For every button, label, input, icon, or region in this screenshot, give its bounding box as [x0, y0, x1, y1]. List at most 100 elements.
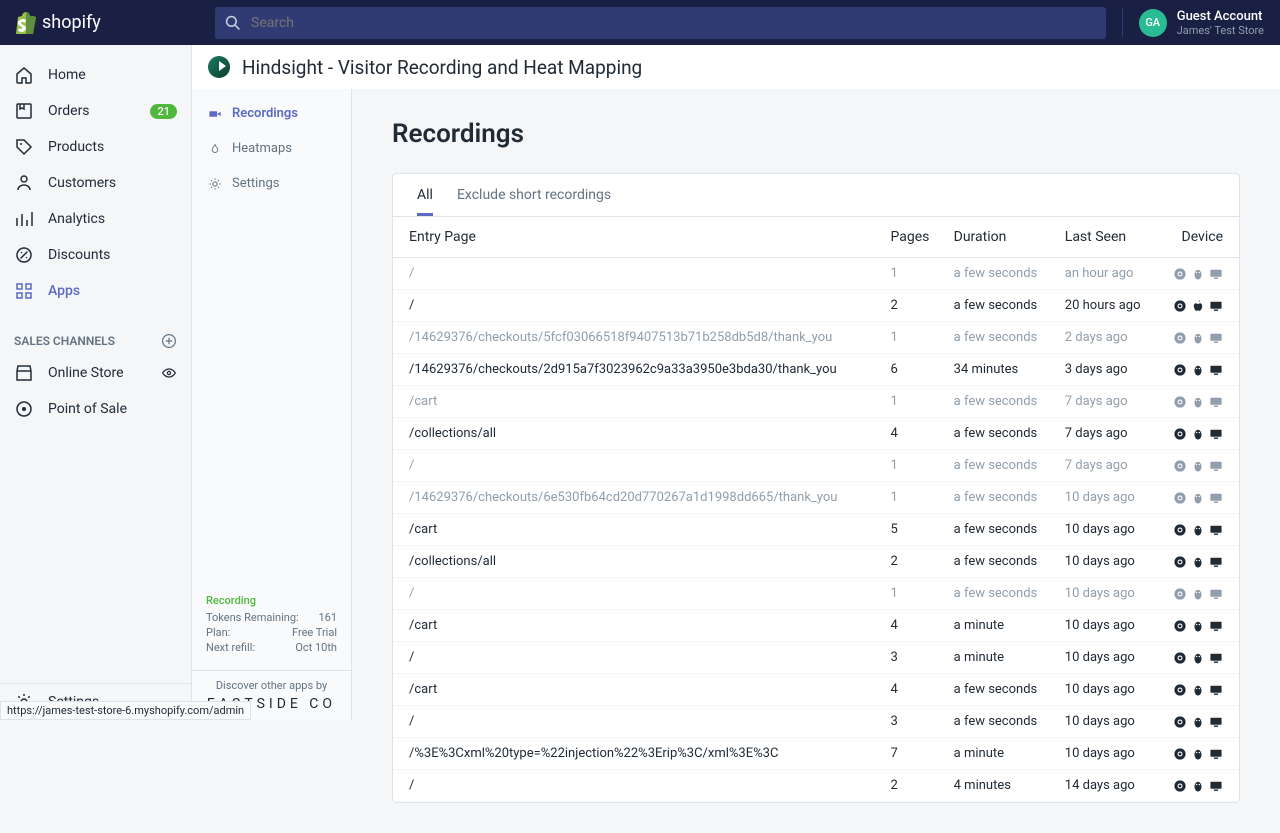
chrome-icon: [1173, 427, 1187, 441]
recording-row[interactable]: /cart4a few seconds10 days ago: [393, 674, 1239, 706]
chrome-icon: [1173, 747, 1187, 761]
customers-icon: [14, 173, 34, 193]
search-icon: [225, 15, 241, 31]
recording-row[interactable]: /collections/all2a few seconds10 days ag…: [393, 546, 1239, 578]
monitor-icon: [1209, 299, 1223, 313]
account-store: James' Test Store: [1177, 24, 1264, 37]
tab-all[interactable]: All: [405, 174, 445, 216]
search-input[interactable]: [251, 15, 1096, 31]
monitor-icon: [1209, 459, 1223, 473]
monitor-icon: [1209, 395, 1223, 409]
products-icon: [14, 137, 34, 157]
monitor-icon: [1209, 619, 1223, 633]
orders-badge: 21: [150, 104, 177, 119]
shopify-logo[interactable]: shopify: [16, 12, 191, 34]
monitor-icon: [1209, 587, 1223, 601]
view-store-icon[interactable]: [161, 365, 177, 381]
monitor-icon: [1209, 683, 1223, 697]
recording-row[interactable]: /14629376/checkouts/2d915a7f3023962c9a33…: [393, 354, 1239, 386]
recording-row[interactable]: /1a few seconds10 days ago: [393, 578, 1239, 610]
col-last-seen: Last Seen: [1055, 217, 1158, 258]
os-icon: [1191, 459, 1205, 473]
chrome-icon: [1173, 267, 1187, 281]
chrome-icon: [1173, 715, 1187, 729]
tab-exclude-short-recordings[interactable]: Exclude short recordings: [445, 174, 623, 216]
subnav-settings[interactable]: Settings: [192, 166, 351, 201]
recording-row[interactable]: /14629376/checkouts/6e530fb64cd20d770267…: [393, 482, 1239, 514]
recording-row[interactable]: /24 minutes14 days ago: [393, 770, 1239, 802]
recording-row[interactable]: /14629376/checkouts/5fcf03066518f9407513…: [393, 322, 1239, 354]
chrome-icon: [1173, 651, 1187, 665]
recording-row[interactable]: /3a minute10 days ago: [393, 642, 1239, 674]
col-pages: Pages: [880, 217, 943, 258]
os-icon: [1191, 267, 1205, 281]
os-icon: [1191, 715, 1205, 729]
orders-icon: [14, 101, 34, 121]
avatar: GA: [1139, 9, 1167, 37]
subnav-heatmaps[interactable]: Heatmaps: [192, 131, 351, 166]
chrome-icon: [1173, 619, 1187, 633]
nav-analytics[interactable]: Analytics: [0, 201, 191, 237]
recording-row[interactable]: /cart4a minute10 days ago: [393, 610, 1239, 642]
monitor-icon: [1209, 363, 1223, 377]
monitor-icon: [1209, 331, 1223, 345]
account-menu[interactable]: GA Guest Account James' Test Store: [1122, 9, 1264, 37]
recording-row[interactable]: /1a few secondsan hour ago: [393, 258, 1239, 290]
sales-channels-label: SALES CHANNELS: [14, 334, 115, 348]
chrome-icon: [1173, 683, 1187, 697]
monitor-icon: [1209, 267, 1223, 281]
monitor-icon: [1209, 779, 1223, 793]
recording-row[interactable]: /cart1a few seconds7 days ago: [393, 386, 1239, 418]
chrome-icon: [1173, 363, 1187, 377]
chrome-icon: [1173, 299, 1187, 313]
recording-row[interactable]: /3a few seconds10 days ago: [393, 706, 1239, 738]
search-field[interactable]: [215, 7, 1106, 39]
monitor-icon: [1209, 491, 1223, 505]
nav-home[interactable]: Home: [0, 57, 191, 93]
recording-row[interactable]: /%3E%3Cxml%20type=%22injection%22%3Erip%…: [393, 738, 1239, 770]
col-duration: Duration: [944, 217, 1055, 258]
os-icon: [1191, 747, 1205, 761]
nav-products[interactable]: Products: [0, 129, 191, 165]
os-icon: [1191, 299, 1205, 313]
recording-row[interactable]: /2a few seconds20 hours ago: [393, 290, 1239, 322]
os-icon: [1191, 683, 1205, 697]
os-icon: [1191, 587, 1205, 601]
chrome-icon: [1173, 779, 1187, 793]
monitor-icon: [1209, 555, 1223, 569]
os-icon: [1191, 651, 1205, 665]
add-channel-icon[interactable]: [161, 333, 177, 349]
nav-apps[interactable]: Apps: [0, 273, 191, 309]
nav-discounts[interactable]: Discounts: [0, 237, 191, 273]
monitor-icon: [1209, 427, 1223, 441]
recording-status: Recording: [206, 594, 337, 607]
chrome-icon: [1173, 331, 1187, 345]
subnav-recordings[interactable]: Recordings: [192, 96, 351, 131]
os-icon: [1191, 523, 1205, 537]
chrome-icon: [1173, 555, 1187, 569]
os-icon: [1191, 331, 1205, 345]
discounts-icon: [14, 245, 34, 265]
channel-online-store[interactable]: Online Store: [0, 355, 191, 391]
recording-row[interactable]: /cart5a few seconds10 days ago: [393, 514, 1239, 546]
nav-orders[interactable]: Orders21: [0, 93, 191, 129]
logo-text: shopify: [42, 12, 101, 33]
os-icon: [1191, 491, 1205, 505]
channel-point-of-sale[interactable]: Point of Sale: [0, 391, 191, 427]
chrome-icon: [1173, 395, 1187, 409]
os-icon: [1191, 779, 1205, 793]
app-title: Hindsight - Visitor Recording and Heat M…: [242, 56, 642, 79]
status-bar-url: https://james-test-store-6.myshopify.com…: [0, 701, 251, 720]
nav-customers[interactable]: Customers: [0, 165, 191, 201]
os-icon: [1191, 427, 1205, 441]
os-icon: [1191, 555, 1205, 569]
monitor-icon: [1209, 747, 1223, 761]
chrome-icon: [1173, 459, 1187, 473]
os-icon: [1191, 619, 1205, 633]
recording-row[interactable]: /1a few seconds7 days ago: [393, 450, 1239, 482]
recording-row[interactable]: /collections/all4a few seconds7 days ago: [393, 418, 1239, 450]
chrome-icon: [1173, 491, 1187, 505]
os-icon: [1191, 395, 1205, 409]
home-icon: [14, 65, 34, 85]
account-name: Guest Account: [1177, 9, 1264, 24]
